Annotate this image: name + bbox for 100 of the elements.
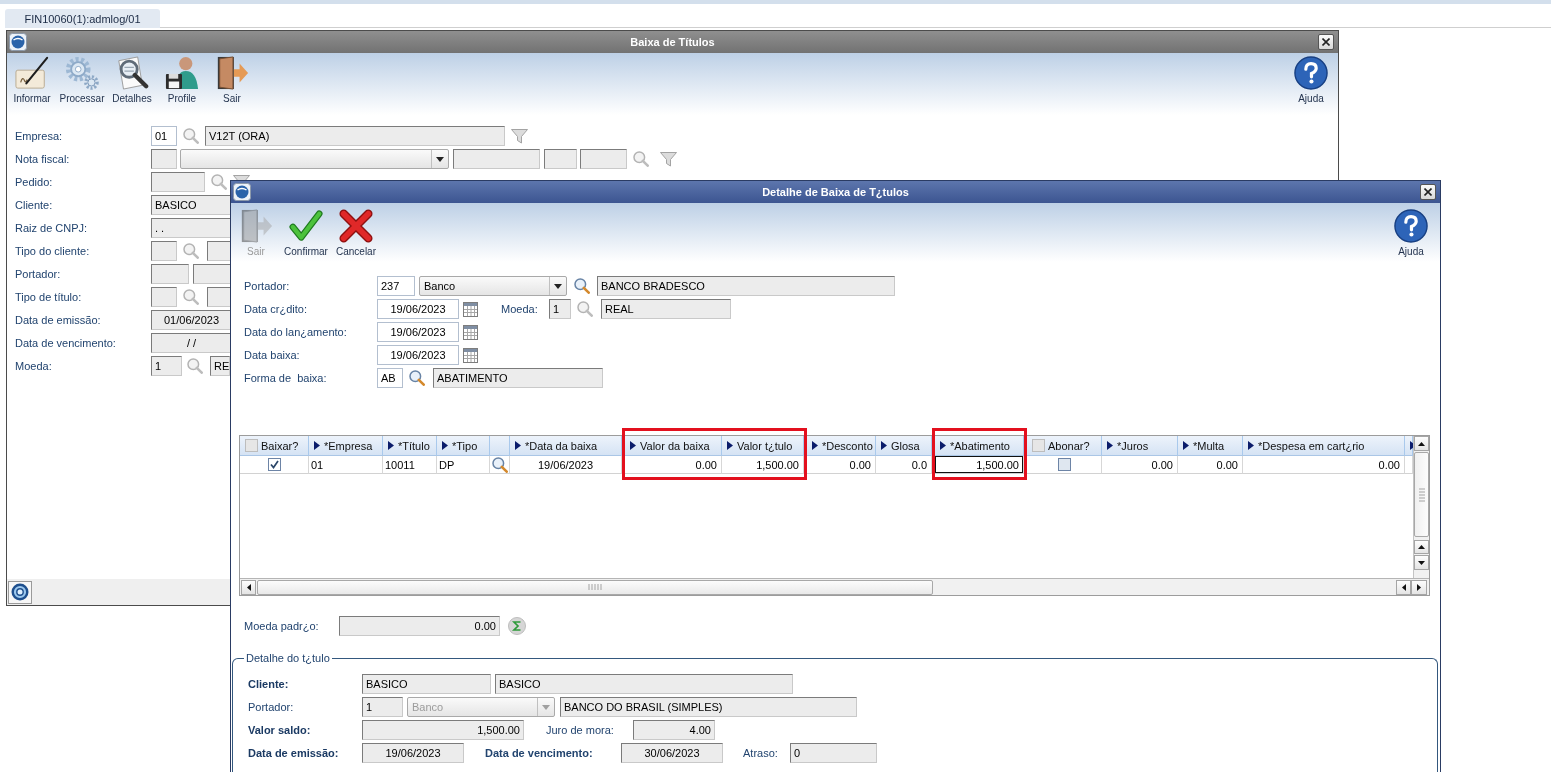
triangle-icon xyxy=(727,441,733,450)
close-icon xyxy=(1424,188,1432,196)
globe-button[interactable] xyxy=(8,580,32,604)
checkbox[interactable] xyxy=(267,458,281,471)
text-field[interactable]: 1 xyxy=(151,356,182,376)
toolbar-button[interactable]: Informar xyxy=(7,56,57,104)
text-field[interactable]: BASICO xyxy=(151,195,232,215)
column-header[interactable]: *Empresa xyxy=(309,436,383,456)
column-header[interactable]: *Multa xyxy=(1178,436,1243,456)
table-cell[interactable]: 1,500.00 xyxy=(935,456,1024,474)
number-field[interactable]: 4.00 xyxy=(633,720,715,740)
column-header[interactable]: *Título xyxy=(383,436,437,456)
header-checkbox[interactable] xyxy=(1032,439,1045,452)
arrow-up-icon xyxy=(1418,545,1425,549)
toolbar-button[interactable]: Confirmar xyxy=(281,209,331,257)
column-header[interactable]: *Desconto xyxy=(807,436,876,456)
number-field[interactable]: 0.00 xyxy=(339,616,500,636)
toolbar-button[interactable]: Cancelar xyxy=(331,209,381,257)
text-field[interactable] xyxy=(151,264,189,284)
text-field[interactable]: . . xyxy=(151,218,232,238)
search-icon[interactable] xyxy=(491,456,508,473)
date-field[interactable]: 19/06/2023 xyxy=(362,743,464,763)
text-field[interactable]: BASICO xyxy=(495,674,793,694)
scroll-right-button[interactable] xyxy=(1411,579,1427,595)
window-title: Detalhe de Baixa de T¿tulos xyxy=(762,186,909,198)
scroll-left-button[interactable] xyxy=(241,579,256,595)
scroll-down-button[interactable] xyxy=(1414,555,1429,570)
sum-icon[interactable] xyxy=(508,617,526,635)
scroll-left-button[interactable] xyxy=(1396,579,1411,595)
dropdown[interactable]: Banco xyxy=(419,276,567,296)
text-field[interactable] xyxy=(151,149,177,169)
column-header[interactable]: *Tipo xyxy=(437,436,490,456)
text-field[interactable] xyxy=(151,241,177,261)
toolbar-button[interactable]: Detalhes xyxy=(107,56,157,104)
text-field[interactable]: 1 xyxy=(362,697,403,717)
text-field[interactable] xyxy=(207,241,232,261)
help-button[interactable]: Ajuda xyxy=(1291,56,1331,104)
close-button[interactable] xyxy=(1318,34,1334,50)
column-header[interactable]: *Juros xyxy=(1102,436,1178,456)
text-field[interactable]: ABATIMENTO xyxy=(433,368,603,388)
close-button[interactable] xyxy=(1420,184,1436,200)
scroll-up-button[interactable] xyxy=(1414,540,1429,554)
date-field[interactable]: 19/06/2023 xyxy=(377,322,459,342)
column-header[interactable]: Abonar? xyxy=(1027,436,1102,456)
text-field[interactable]: 0 xyxy=(790,743,877,763)
field-label: Tipo do cliente: xyxy=(15,245,90,257)
tab[interactable]: FIN10060(1):admlog/01 xyxy=(5,9,160,28)
text-field[interactable]: RE xyxy=(210,356,230,376)
text-field[interactable]: 237 xyxy=(377,276,415,296)
date-field[interactable]: 19/06/2023 xyxy=(377,345,459,365)
column-header[interactable]: Glosa xyxy=(876,436,932,456)
door-arrow-icon xyxy=(239,209,273,243)
scrollbar-thumb[interactable] xyxy=(1414,452,1429,537)
text-field[interactable]: 1 xyxy=(549,299,571,319)
column-header[interactable]: Valor t¿tulo xyxy=(722,436,804,456)
date-field[interactable]: / / xyxy=(151,333,232,353)
date-field[interactable]: 01/06/2023 xyxy=(151,310,232,330)
scroll-up-button[interactable] xyxy=(1414,436,1429,451)
dropdown[interactable] xyxy=(180,149,449,169)
text-field[interactable] xyxy=(207,287,232,307)
text-field[interactable]: BASICO xyxy=(362,674,491,694)
group-title: Detalhe do t¿tulo xyxy=(245,652,331,665)
column-header[interactable]: Baixar? xyxy=(240,436,309,456)
pen-paper-icon xyxy=(15,56,49,90)
text-field[interactable] xyxy=(193,264,232,284)
toolbar-button[interactable]: Profile xyxy=(157,56,207,104)
help-button[interactable]: Ajuda xyxy=(1391,209,1431,257)
calendar-icon[interactable] xyxy=(463,301,478,317)
column-header[interactable]: *Data da baixa xyxy=(510,436,622,456)
calendar-icon[interactable] xyxy=(463,347,478,363)
search-icon[interactable] xyxy=(409,370,425,386)
date-field[interactable]: 19/06/2023 xyxy=(377,299,459,319)
checkbox[interactable] xyxy=(1057,458,1071,471)
text-field[interactable] xyxy=(580,149,627,169)
text-field[interactable] xyxy=(453,149,540,169)
column-header[interactable]: *Despesa em cart¿rio xyxy=(1243,436,1405,456)
table-cell: 0.00 xyxy=(807,456,876,474)
search-icon[interactable] xyxy=(574,278,590,294)
toolbar-button[interactable]: Sair xyxy=(207,56,257,104)
date-field[interactable]: 30/06/2023 xyxy=(621,743,723,763)
scrollbar-thumb[interactable] xyxy=(257,579,933,595)
field-label: Raiz de CNPJ: xyxy=(15,222,88,234)
text-field[interactable]: AB xyxy=(377,368,403,388)
field-label: Data do lan¿amento: xyxy=(244,326,347,338)
column-header[interactable]: Valor da baixa xyxy=(625,436,722,456)
column-header[interactable]: *Abatimento xyxy=(935,436,1024,456)
text-field[interactable]: BANCO BRADESCO xyxy=(597,276,895,296)
table-cell: 1,500.00 xyxy=(722,456,804,474)
text-field[interactable]: V12T (ORA) xyxy=(205,126,505,146)
text-field[interactable] xyxy=(544,149,577,169)
text-field[interactable] xyxy=(151,287,177,307)
text-field[interactable] xyxy=(151,172,205,192)
header-checkbox[interactable] xyxy=(245,439,258,452)
text-field[interactable]: 01 xyxy=(151,126,177,146)
field-label: Cliente: xyxy=(248,678,289,690)
calendar-icon[interactable] xyxy=(463,324,478,340)
text-field[interactable]: REAL xyxy=(601,299,731,319)
text-field[interactable]: BANCO DO BRASIL (SIMPLES) xyxy=(560,697,857,717)
toolbar-button[interactable]: Processar xyxy=(57,56,107,104)
number-field[interactable]: 1,500.00 xyxy=(362,720,524,740)
